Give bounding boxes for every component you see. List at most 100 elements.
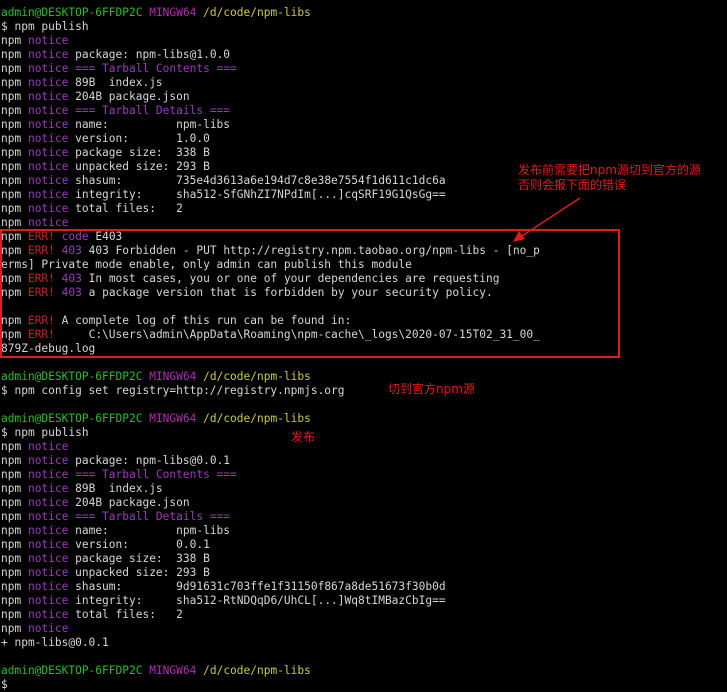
terminal-text-normal: 89B index.js <box>68 76 163 89</box>
terminal-text-notice: notice <box>27 482 69 495</box>
terminal-text-normal: package size: 338 B <box>68 552 210 565</box>
terminal-text-normal: npm <box>1 594 28 607</box>
terminal-text-tb: === Tarball Contents === <box>68 62 237 75</box>
terminal-text-notice: notice <box>27 34 69 47</box>
terminal-line: npm notice package size: 338 B <box>1 146 725 160</box>
terminal-text-tb: === Tarball Details === <box>68 510 231 523</box>
terminal-text-normal: npm <box>1 524 28 537</box>
terminal-text-user: admin@DESKTOP-6FFDP2C <box>1 370 143 383</box>
terminal-text-normal: 204B package.json <box>68 496 190 509</box>
terminal-text-normal: npm <box>1 538 28 551</box>
terminal-text-normal: total files: 2 <box>68 608 183 621</box>
annotation-switch-registry-note: 发布前需要把npm源切到官方的源 否则会报下面的错误 <box>518 163 701 192</box>
terminal-line: $ npm publish <box>1 426 725 440</box>
terminal-text-normal: total files: 2 <box>68 202 183 215</box>
terminal-text-mingw: MINGW64 <box>149 412 197 425</box>
terminal-text-notice: notice <box>27 104 69 117</box>
terminal-text-tb: === Tarball Details === <box>68 104 231 117</box>
terminal-line: admin@DESKTOP-6FFDP2C MINGW64 /d/code/np… <box>1 370 725 384</box>
terminal-text-normal: npm <box>1 482 28 495</box>
terminal-text-notice: notice <box>27 608 69 621</box>
terminal-text-normal: npm <box>1 580 28 593</box>
terminal-text-normal: 89B index.js <box>68 482 163 495</box>
terminal-text-tb: === Tarball Contents === <box>68 468 237 481</box>
terminal-text-normal: name: npm-libs <box>68 118 231 131</box>
terminal-text-normal: npm <box>1 216 28 229</box>
terminal-text-normal: version: 1.0.0 <box>68 132 210 145</box>
terminal-text-notice: notice <box>27 440 69 453</box>
terminal-text-notice: notice <box>27 594 69 607</box>
terminal-line: npm notice package: npm-libs@1.0.0 <box>1 48 725 62</box>
terminal-text-normal: npm <box>1 468 28 481</box>
terminal-line: npm notice unpacked size: 293 B <box>1 566 725 580</box>
terminal-text-normal: $ npm config set registry=http://registr… <box>1 384 345 397</box>
terminal-text-normal: package: npm-libs@0.0.1 <box>68 454 231 467</box>
terminal-text-normal: npm <box>1 48 28 61</box>
terminal-text-notice: notice <box>27 90 69 103</box>
terminal-text-normal: npm <box>1 188 28 201</box>
terminal-text-normal: npm <box>1 118 28 131</box>
terminal-text-normal: $ npm publish <box>1 426 89 439</box>
terminal-text-normal: integrity: sha512-SfGNhZI7NPdIm[...]cqSR… <box>68 188 446 201</box>
terminal-text-normal: npm <box>1 454 28 467</box>
terminal-text-notice: notice <box>27 146 69 159</box>
terminal-text-mingw: MINGW64 <box>149 6 197 19</box>
terminal-text-normal: npm <box>1 104 28 117</box>
terminal-line: npm notice version: 1.0.0 <box>1 132 725 146</box>
terminal-text-user: admin@DESKTOP-6FFDP2C <box>1 6 143 19</box>
terminal-text-normal: 204B package.json <box>68 90 190 103</box>
terminal-text-normal: shasum: 735e4d3613a6e194d7c8e38e7554f1d6… <box>68 174 446 187</box>
terminal-line: npm notice <box>1 440 725 454</box>
terminal-text-path: /d/code/npm-libs <box>203 664 311 677</box>
terminal-line: npm notice 89B index.js <box>1 76 725 90</box>
terminal-text-path: /d/code/npm-libs <box>203 6 311 19</box>
terminal-line: npm notice total files: 2 <box>1 608 725 622</box>
terminal-text-notice: notice <box>27 118 69 131</box>
terminal-line: npm notice === Tarball Details === <box>1 510 725 524</box>
terminal-line: npm notice package size: 338 B <box>1 552 725 566</box>
terminal-text-path: /d/code/npm-libs <box>203 412 311 425</box>
terminal-text-notice: notice <box>27 510 69 523</box>
terminal-text-notice: notice <box>27 216 69 229</box>
terminal-text-normal: npm <box>1 440 28 453</box>
terminal-text-notice: notice <box>27 538 69 551</box>
terminal-text-user: admin@DESKTOP-6FFDP2C <box>1 412 143 425</box>
annotation-publish: 发布 <box>291 430 316 444</box>
terminal-text-notice: notice <box>27 524 69 537</box>
terminal-text-normal: npm <box>1 202 28 215</box>
terminal-text-mingw: MINGW64 <box>149 664 197 677</box>
terminal-text-notice: notice <box>27 132 69 145</box>
terminal-text-notice: notice <box>27 160 69 173</box>
terminal-line: npm notice <box>1 622 725 636</box>
terminal-text-notice: notice <box>27 580 69 593</box>
terminal-text-normal: npm <box>1 160 28 173</box>
terminal-line: npm notice 204B package.json <box>1 90 725 104</box>
terminal-line: admin@DESKTOP-6FFDP2C MINGW64 /d/code/np… <box>1 664 725 678</box>
terminal-text-notice: notice <box>27 76 69 89</box>
terminal-text-normal: npm <box>1 146 28 159</box>
terminal-text-notice: notice <box>27 48 69 61</box>
terminal-line: npm notice === Tarball Details === <box>1 104 725 118</box>
terminal-text-user: admin@DESKTOP-6FFDP2C <box>1 664 143 677</box>
terminal-line: + npm-libs@0.0.1 <box>1 636 725 650</box>
terminal-text-normal: shasum: 9d91631c703ffe1f31150f867a8de516… <box>68 580 446 593</box>
terminal-text-normal: npm <box>1 90 28 103</box>
terminal-text-normal: npm <box>1 174 28 187</box>
terminal-text-normal: version: 0.0.1 <box>68 538 210 551</box>
terminal-line: $ npm publish <box>1 20 725 34</box>
terminal-line: $ <box>1 678 725 692</box>
terminal-text-normal: npm <box>1 608 28 621</box>
terminal-text-normal: package size: 338 B <box>68 146 210 159</box>
terminal-text-normal: $ <box>1 678 8 691</box>
annotation-switch-registry: 切到官方npm源 <box>388 382 475 396</box>
terminal-line: npm notice 204B package.json <box>1 496 725 510</box>
terminal-text-normal: npm <box>1 76 28 89</box>
terminal-text-normal: npm <box>1 496 28 509</box>
terminal-line: npm notice <box>1 216 725 230</box>
terminal-text-notice: notice <box>27 496 69 509</box>
terminal-text-normal: npm <box>1 622 28 635</box>
terminal-line: npm notice version: 0.0.1 <box>1 538 725 552</box>
terminal-text-notice: notice <box>27 174 69 187</box>
